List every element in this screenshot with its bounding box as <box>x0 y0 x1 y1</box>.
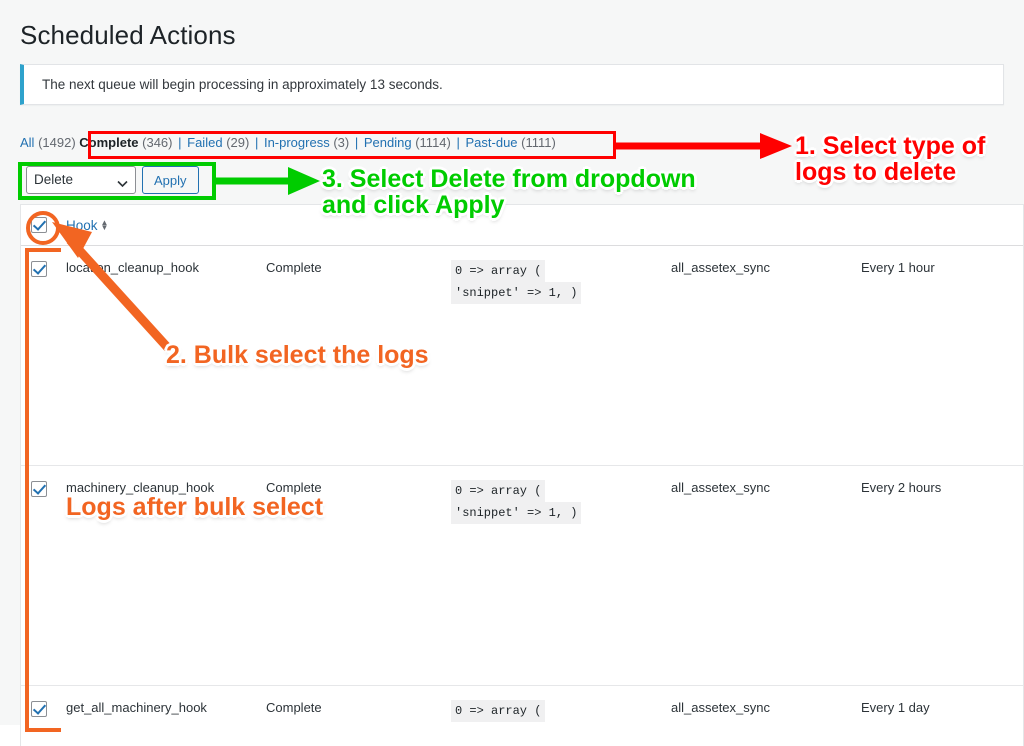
bulk-action-select[interactable]: Delete <box>26 166 136 194</box>
filter-count-all: (1492) <box>38 135 76 150</box>
filter-separator: | <box>178 135 182 150</box>
cell-group: all_assetex_sync <box>671 260 770 275</box>
row-select-cell <box>21 246 66 465</box>
filter-separator: | <box>354 135 359 150</box>
table-row: machinery_cleanup_hook Complete 0 => arr… <box>21 466 1023 686</box>
scheduled-actions-table: Hook ▲ ▼ location_cleanup_hook Complete 0… <box>20 204 1024 746</box>
cell-status: Complete <box>266 700 322 715</box>
cell-hook: location_cleanup_hook <box>66 260 199 275</box>
row-checkbox[interactable] <box>31 700 47 717</box>
filter-separator: | <box>456 135 460 150</box>
cell-hook: get_all_machinery_hook <box>66 700 207 715</box>
cell-recurrence: Every 1 hour <box>861 260 935 275</box>
cell-group: all_assetex_sync <box>671 700 770 715</box>
filter-link-in-progress[interactable]: In-progress <box>264 135 330 150</box>
cell-arguments: 0 => array ( <box>451 686 671 746</box>
cell-group: all_assetex_sync <box>671 480 770 495</box>
cell-arguments: 0 => array ( 'snippet' => 1, ) <box>451 466 671 685</box>
cell-recurrence: Every 2 hours <box>861 480 942 495</box>
row-checkbox[interactable] <box>31 260 47 277</box>
cell-arguments-line2: 'snippet' => 1, ) <box>451 282 582 304</box>
cell-arguments-line1: 0 => array ( <box>451 260 546 282</box>
filter-count-pending: (1114) <box>415 135 451 150</box>
row-checkbox[interactable] <box>31 480 47 497</box>
cell-arguments: 0 => array ( 'snippet' => 1, ) <box>451 246 671 465</box>
filter-link-past-due[interactable]: Past-due <box>466 135 518 150</box>
row-select-cell <box>21 466 66 685</box>
cell-arguments-line2: 'snippet' => 1, ) <box>451 502 582 524</box>
filter-count-failed: (29) <box>226 135 250 150</box>
sort-arrows-icon: ▲ ▼ <box>100 218 109 232</box>
table-row: get_all_machinery_hook Complete 0 => arr… <box>21 686 1023 746</box>
select-all-checkbox[interactable] <box>31 217 47 233</box>
cell-status: Complete <box>266 260 322 275</box>
bulk-action-select-wrap: Delete <box>26 166 136 194</box>
cell-arguments-line1: 0 => array ( <box>451 700 546 722</box>
apply-button[interactable]: Apply <box>142 166 199 194</box>
bulk-actions-bar: Delete Apply <box>26 166 199 194</box>
column-header-hook-label: Hook <box>66 217 98 233</box>
filter-link-all[interactable]: All <box>20 135 34 150</box>
table-header-row: Hook ▲ ▼ <box>21 205 1023 246</box>
scheduled-actions-page: Scheduled Actions The next queue will be… <box>0 0 1024 746</box>
cell-arguments-line1: 0 => array ( <box>451 480 546 502</box>
page-title: Scheduled Actions <box>20 20 236 50</box>
filter-link-complete[interactable]: Complete <box>79 135 138 150</box>
queue-notice-text: The next queue will begin processing in … <box>42 77 443 92</box>
filter-count-complete: (346) <box>142 135 173 150</box>
filter-link-pending[interactable]: Pending <box>364 135 412 150</box>
filter-count-in-progress: (3) <box>333 135 350 150</box>
cell-recurrence: Every 1 day <box>861 700 930 715</box>
row-select-cell <box>21 686 66 746</box>
filter-link-failed[interactable]: Failed <box>187 135 222 150</box>
column-header-hook[interactable]: Hook ▲ ▼ <box>66 218 266 233</box>
filter-separator: | <box>254 135 259 150</box>
filter-count-past-due: (1111) <box>521 135 556 150</box>
status-filter-links: All (1492) Complete (346) | Failed (29) … <box>20 134 556 152</box>
cell-status: Complete <box>266 480 322 495</box>
select-all-cell <box>21 217 66 233</box>
queue-notice: The next queue will begin processing in … <box>20 64 1004 105</box>
cell-hook: machinery_cleanup_hook <box>66 480 215 495</box>
table-row: location_cleanup_hook Complete 0 => arra… <box>21 246 1023 466</box>
